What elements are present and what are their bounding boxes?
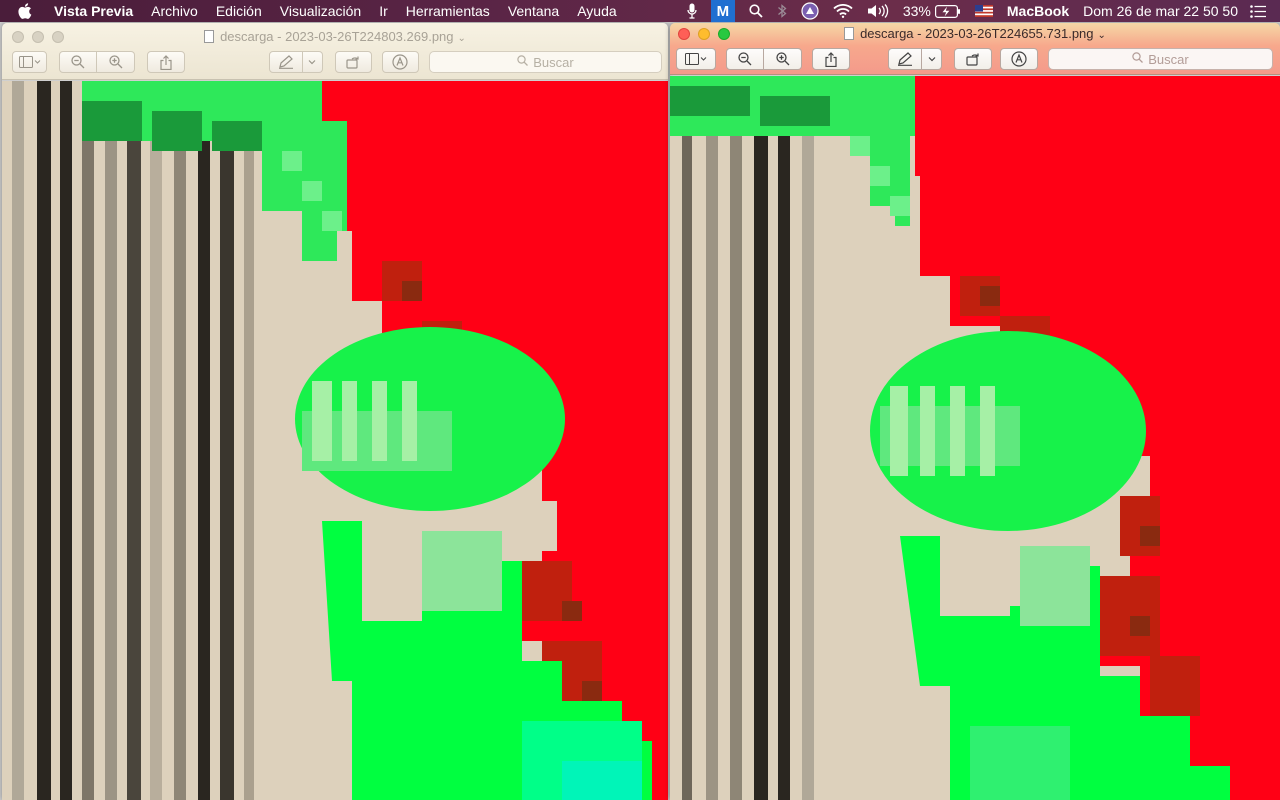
markup-icon — [1011, 51, 1027, 67]
markup-pen-button[interactable] — [268, 51, 303, 73]
search-field[interactable]: Buscar — [428, 51, 662, 73]
zoom-out-icon — [738, 52, 752, 66]
chevron-down-icon — [308, 60, 316, 65]
wifi-icon[interactable] — [833, 4, 853, 18]
chevron-down-icon: ⌄ — [457, 33, 466, 44]
volume-icon[interactable] — [867, 4, 889, 18]
markup-pen-button[interactable] — [888, 48, 922, 70]
menu-edicion[interactable]: Edición — [216, 3, 262, 19]
markup-icon — [392, 54, 408, 70]
window-titlebar[interactable]: descarga - 2023-03-26T224803.269.png ⌄ B… — [2, 23, 668, 80]
notification-center-icon[interactable] — [1250, 4, 1266, 18]
menu-ventana[interactable]: Ventana — [508, 3, 559, 19]
rotate-button[interactable] — [954, 48, 992, 70]
battery-percent: 33% — [902, 3, 931, 19]
toolbar: Buscar — [676, 47, 1274, 71]
menu-bar: Vista Previa Archivo Edición Visualizaci… — [0, 0, 1280, 22]
zoom-in-button[interactable] — [764, 48, 802, 70]
preview-window-right[interactable]: descarga - 2023-03-26T224655.731.png ⌄ B… — [670, 23, 1280, 800]
sidebar-icon — [18, 56, 40, 68]
sidebar-toggle-button[interactable] — [12, 51, 48, 73]
markup-dropdown-button[interactable] — [302, 51, 323, 73]
apple-logo-icon[interactable] — [18, 3, 36, 19]
chevron-down-icon: ⌄ — [1097, 30, 1106, 41]
user-avatar-icon[interactable] — [801, 2, 819, 20]
search-placeholder: Buscar — [533, 54, 574, 70]
window-title[interactable]: descarga - 2023-03-26T224655.731.png ⌄ — [670, 26, 1280, 41]
menu-ayuda[interactable]: Ayuda — [577, 3, 616, 19]
rotate-icon — [966, 53, 979, 66]
document-icon — [844, 27, 855, 40]
menu-ir[interactable]: Ir — [379, 3, 388, 19]
sidebar-icon — [685, 53, 707, 65]
zoom-controls — [59, 51, 136, 73]
menu-visualizacion[interactable]: Visualización — [280, 3, 361, 19]
image-canvas[interactable] — [670, 76, 1280, 800]
zoom-in-icon — [109, 55, 123, 69]
markup-toolbar-button[interactable] — [381, 51, 419, 73]
image-canvas[interactable] — [2, 81, 668, 800]
menu-app-name[interactable]: Vista Previa — [54, 3, 133, 19]
zoom-in-icon — [775, 52, 789, 66]
zoom-out-icon — [71, 55, 85, 69]
markup-controls — [888, 48, 942, 70]
markup-dropdown-button[interactable] — [922, 48, 942, 70]
rotate-button[interactable] — [334, 51, 372, 73]
bluetooth-icon[interactable] — [777, 3, 787, 19]
computer-name[interactable]: MacBook — [1007, 3, 1069, 19]
rotate-icon — [346, 56, 359, 69]
pen-icon — [278, 55, 293, 69]
menu-herramientas[interactable]: Herramientas — [406, 3, 490, 19]
menu-archivo[interactable]: Archivo — [151, 3, 198, 19]
window-title-text: descarga - 2023-03-26T224803.269.png — [220, 29, 454, 44]
search-field[interactable]: Buscar — [1048, 48, 1273, 70]
toolbar: Buscar — [12, 50, 662, 74]
pixelated-image — [2, 81, 668, 800]
battery-icon[interactable] — [934, 4, 961, 18]
sidebar-toggle-button[interactable] — [676, 48, 716, 70]
window-title[interactable]: descarga - 2023-03-26T224803.269.png ⌄ — [2, 29, 668, 44]
flag-icon[interactable] — [974, 5, 993, 17]
zoom-out-button[interactable] — [59, 51, 98, 73]
pixelated-image — [670, 76, 1280, 800]
search-icon — [1132, 52, 1144, 66]
search-placeholder: Buscar — [1148, 51, 1189, 67]
zoom-out-button[interactable] — [726, 48, 764, 70]
share-icon — [160, 54, 172, 70]
search-icon — [517, 55, 529, 69]
preview-window-left[interactable]: descarga - 2023-03-26T224803.269.png ⌄ B… — [2, 23, 668, 800]
malwarebytes-icon[interactable]: M — [710, 0, 735, 22]
window-title-text: descarga - 2023-03-26T224655.731.png — [860, 26, 1094, 41]
window-titlebar[interactable]: descarga - 2023-03-26T224655.731.png ⌄ B… — [670, 23, 1280, 75]
document-icon — [204, 30, 215, 43]
microphone-icon[interactable] — [687, 3, 697, 19]
share-icon — [825, 51, 837, 67]
share-button[interactable] — [812, 48, 850, 70]
zoom-in-button[interactable] — [97, 51, 136, 73]
pen-icon — [898, 52, 912, 66]
markup-controls — [268, 51, 323, 73]
spotlight-search-icon[interactable] — [749, 4, 763, 18]
clock[interactable]: Dom 26 de mar 22 50 50 — [1083, 3, 1238, 19]
share-button[interactable] — [147, 51, 185, 73]
markup-toolbar-button[interactable] — [1000, 48, 1038, 70]
chevron-down-icon — [928, 57, 935, 62]
zoom-controls — [726, 48, 802, 70]
